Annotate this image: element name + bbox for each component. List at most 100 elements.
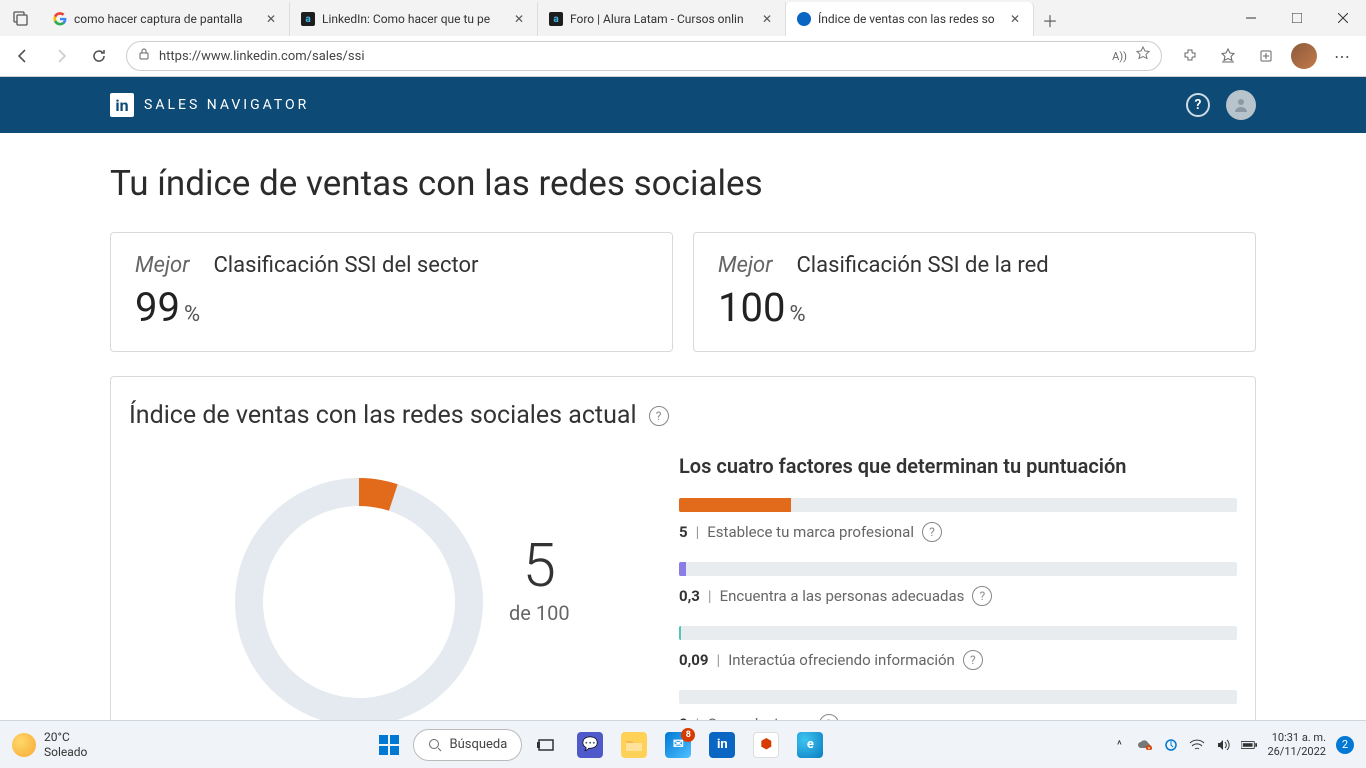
factors-title: Los cuatro factores que determinan tu pu… bbox=[679, 454, 1237, 478]
taskbar-left: 20°C Soleado bbox=[12, 730, 87, 759]
rank-cards: Mejor Clasificación SSI del sector 99% M… bbox=[110, 232, 1256, 352]
mejor-label: Mejor bbox=[135, 253, 189, 278]
window-controls bbox=[1228, 0, 1366, 36]
titlebar: como hacer captura de pantalla ✕ a Linke… bbox=[0, 0, 1366, 36]
linkedin-icon bbox=[796, 11, 812, 27]
help-icon[interactable]: ? bbox=[922, 522, 942, 542]
explorer-app-icon[interactable] bbox=[614, 725, 654, 765]
tab-linkedin-article[interactable]: a LinkedIn: Como hacer que tu pe ✕ bbox=[290, 2, 538, 36]
read-aloud-icon[interactable]: A)) bbox=[1112, 50, 1127, 63]
weather-cond: Soleado bbox=[44, 745, 87, 759]
weather-temp: 20°C bbox=[44, 730, 87, 744]
ssi-donut-area: 5 de 100 bbox=[129, 450, 639, 721]
tab-strip: como hacer captura de pantalla ✕ a Linke… bbox=[42, 0, 1228, 36]
forward-button[interactable] bbox=[44, 39, 78, 73]
help-icon[interactable]: ? bbox=[972, 586, 992, 606]
clock[interactable]: 10:31 a. m. 26/11/2022 bbox=[1267, 731, 1326, 757]
main-content: Tu índice de ventas con las redes social… bbox=[0, 133, 1366, 721]
factor-bar bbox=[679, 690, 1237, 704]
close-icon[interactable]: ✕ bbox=[759, 11, 775, 27]
time: 10:31 a. m. bbox=[1267, 731, 1326, 744]
updates-icon[interactable] bbox=[1163, 737, 1179, 753]
ssi-score-sub: de 100 bbox=[509, 601, 570, 625]
new-tab-button[interactable]: ＋ bbox=[1034, 4, 1066, 36]
notifications-button[interactable]: 2 bbox=[1336, 736, 1354, 754]
wifi-icon[interactable] bbox=[1189, 737, 1205, 753]
factor-label: 0,3 | Encuentra a las personas adecuadas… bbox=[679, 586, 1237, 606]
volume-icon[interactable] bbox=[1215, 737, 1231, 753]
chevron-up-icon[interactable]: ^ bbox=[1111, 737, 1127, 753]
factor-label: 0,09 | Interactúa ofreciendo información… bbox=[679, 650, 1237, 670]
date: 26/11/2022 bbox=[1267, 745, 1326, 758]
back-button[interactable] bbox=[6, 39, 40, 73]
toolbar-right: ⋯ bbox=[1172, 39, 1360, 73]
linkedin-app-icon[interactable]: in bbox=[702, 725, 742, 765]
factor-row: 0 | Crea relaciones ? bbox=[679, 690, 1237, 721]
office-app-icon[interactable]: ⬢ bbox=[746, 725, 786, 765]
menu-button[interactable]: ⋯ bbox=[1324, 39, 1360, 73]
tab-label: LinkedIn: Como hacer que tu pe bbox=[322, 12, 505, 26]
url-text: https://www.linkedin.com/sales/ssi bbox=[159, 49, 1104, 64]
page-content: in SALES NAVIGATOR ? Tu índice de ventas… bbox=[0, 77, 1366, 721]
ssi-factors: Los cuatro factores que determinan tu pu… bbox=[679, 450, 1237, 721]
close-icon[interactable]: ✕ bbox=[263, 11, 279, 27]
weather-widget[interactable]: 20°C Soleado bbox=[12, 730, 87, 759]
extensions-icon[interactable] bbox=[1172, 39, 1208, 73]
favorite-icon[interactable] bbox=[1135, 46, 1151, 66]
industry-rank-label: Clasificación SSI del sector bbox=[213, 253, 478, 278]
system-tray: ^ ✕ 10:31 a. m. 26/11/2022 2 bbox=[1111, 731, 1354, 757]
onedrive-icon[interactable]: ✕ bbox=[1137, 737, 1153, 753]
collections-icon[interactable] bbox=[1248, 39, 1284, 73]
browser-chrome: como hacer captura de pantalla ✕ a Linke… bbox=[0, 0, 1366, 77]
tab-google[interactable]: como hacer captura de pantalla ✕ bbox=[42, 2, 290, 36]
help-icon[interactable]: ? bbox=[649, 406, 669, 426]
favorites-bar-icon[interactable] bbox=[1210, 39, 1246, 73]
sales-navigator-logo[interactable]: in SALES NAVIGATOR bbox=[110, 93, 309, 117]
taskbar-search[interactable]: Búsqueda bbox=[413, 729, 523, 761]
industry-rank-value: 99% bbox=[135, 284, 648, 331]
taskbar: 20°C Soleado Búsqueda 💬 ✉8 in ⬢ e ^ ✕ 10… bbox=[0, 720, 1366, 768]
mail-badge: 8 bbox=[681, 728, 695, 742]
mail-app-icon[interactable]: ✉8 bbox=[658, 725, 698, 765]
taskbar-center: Búsqueda 💬 ✉8 in ⬢ e bbox=[369, 725, 831, 765]
tab-label: Índice de ventas con las redes so bbox=[818, 12, 1001, 26]
close-window-button[interactable] bbox=[1320, 0, 1366, 36]
factor-bar bbox=[679, 498, 1237, 512]
factor-value: 0,3 bbox=[679, 587, 700, 605]
tab-label: Foro | Alura Latam - Cursos onlin bbox=[570, 12, 753, 26]
factor-label: 5 | Establece tu marca profesional ? bbox=[679, 522, 1237, 542]
tab-label: como hacer captura de pantalla bbox=[74, 12, 257, 26]
edge-app-icon[interactable]: e bbox=[790, 725, 830, 765]
refresh-button[interactable] bbox=[82, 39, 116, 73]
start-button[interactable] bbox=[369, 725, 409, 765]
task-view-button[interactable] bbox=[526, 725, 566, 765]
factor-row: 0,09 | Interactúa ofreciendo información… bbox=[679, 626, 1237, 670]
factor-bar bbox=[679, 562, 1237, 576]
user-avatar[interactable] bbox=[1226, 90, 1256, 120]
chat-app-icon[interactable]: 💬 bbox=[570, 725, 610, 765]
browser-toolbar: https://www.linkedin.com/sales/ssi A)) ⋯ bbox=[0, 36, 1366, 76]
minimize-button[interactable] bbox=[1228, 0, 1274, 36]
svg-text:✕: ✕ bbox=[1147, 746, 1151, 750]
network-rank-value: 100% bbox=[718, 284, 1231, 331]
factor-text: Interactúa ofreciendo información bbox=[728, 651, 955, 669]
help-icon[interactable]: ? bbox=[963, 650, 983, 670]
mejor-label: Mejor bbox=[718, 253, 772, 278]
battery-icon[interactable] bbox=[1241, 737, 1257, 753]
factor-bar bbox=[679, 626, 1237, 640]
profile-button[interactable] bbox=[1286, 39, 1322, 73]
sun-icon bbox=[12, 733, 36, 757]
maximize-button[interactable] bbox=[1274, 0, 1320, 36]
address-bar[interactable]: https://www.linkedin.com/sales/ssi A)) bbox=[126, 41, 1162, 71]
factor-value: 0,09 bbox=[679, 651, 709, 669]
help-button[interactable]: ? bbox=[1186, 93, 1210, 117]
industry-rank-card: Mejor Clasificación SSI del sector 99% bbox=[110, 232, 673, 352]
close-icon[interactable]: ✕ bbox=[1007, 11, 1023, 27]
close-icon[interactable]: ✕ bbox=[511, 11, 527, 27]
ssi-card-title: Índice de ventas con las redes sociales … bbox=[129, 401, 1237, 430]
tab-alura-foro[interactable]: a Foro | Alura Latam - Cursos onlin ✕ bbox=[538, 2, 786, 36]
tab-ssi-active[interactable]: Índice de ventas con las redes so ✕ bbox=[786, 2, 1034, 36]
tab-actions-button[interactable] bbox=[0, 10, 42, 26]
linkedin-header: in SALES NAVIGATOR ? bbox=[0, 77, 1366, 133]
page-title: Tu índice de ventas con las redes social… bbox=[110, 163, 1256, 204]
